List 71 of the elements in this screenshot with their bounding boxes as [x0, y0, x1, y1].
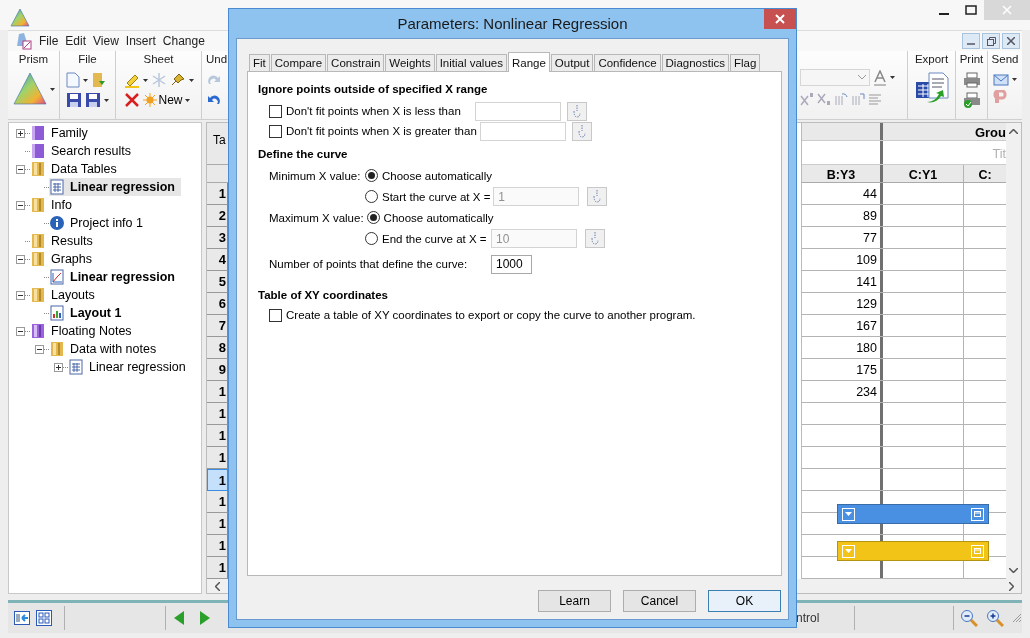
tree-item[interactable]: Linear regression: [49, 268, 181, 286]
column-header[interactable]: B:Y3: [802, 164, 883, 182]
menu-item[interactable]: Insert: [122, 34, 160, 48]
option-label: Don't fit points when X is less than: [286, 105, 462, 117]
table-cell: 141: [802, 271, 883, 292]
tree-item[interactable]: Family: [30, 124, 94, 142]
tree-item[interactable]: Project info 1: [49, 214, 149, 232]
group-label: Sheet: [143, 53, 174, 67]
option-label: Start the curve at X =: [382, 190, 492, 203]
tree-item[interactable]: Data with notes: [49, 340, 163, 358]
option-label: Choose automatically: [383, 211, 495, 224]
status-text: ntrol: [795, 611, 821, 625]
option-label: Choose automatically: [382, 169, 493, 182]
tree-item[interactable]: Linear regression: [49, 178, 181, 196]
tab[interactable]: Confidence: [594, 54, 661, 71]
tab[interactable]: Flag: [730, 54, 761, 71]
tab[interactable]: Compare: [270, 54, 327, 71]
dialog-title: Parameters: Nonlinear Regression: [396, 15, 629, 32]
group-label: Print: [959, 53, 984, 67]
group-label: Und: [206, 53, 228, 67]
column-header[interactable]: C:: [964, 164, 1006, 182]
tab[interactable]: Initial values: [435, 54, 507, 71]
table-cell: 175: [802, 359, 883, 380]
field-label: Maximum X value:: [269, 211, 365, 224]
tab[interactable]: Diagnostics: [661, 54, 729, 71]
table-cell: 44: [802, 183, 883, 204]
menu-item[interactable]: Edit: [62, 34, 91, 48]
group-label: File: [78, 53, 97, 67]
tab[interactable]: Constrain: [327, 54, 385, 71]
tab[interactable]: Fit: [249, 54, 270, 71]
column-header[interactable]: C:Y1: [883, 164, 964, 182]
menu-item[interactable]: View: [90, 34, 123, 48]
table-cell: 89: [802, 205, 883, 226]
menu-item[interactable]: Change: [159, 34, 209, 48]
tree-item[interactable]: Floating Notes: [30, 322, 138, 340]
tab[interactable]: Output: [550, 54, 594, 71]
group-label: Prism: [18, 53, 49, 67]
option-label: Don't fit points when X is greater than: [286, 125, 478, 137]
tree-item[interactable]: Graphs: [30, 250, 98, 268]
table-cell: 109: [802, 249, 883, 270]
group-label: Export: [914, 53, 949, 67]
field-label: Number of points that define the curve:: [269, 258, 469, 270]
table-cell: 167: [802, 315, 883, 336]
table-cell: 180: [802, 337, 883, 358]
tab[interactable]: Weights: [385, 54, 435, 71]
table-cell: 234: [802, 381, 883, 402]
tab[interactable]: Range: [507, 52, 550, 72]
field-label: Minimum X value:: [269, 169, 362, 182]
tree-item[interactable]: Info: [30, 196, 78, 214]
section-heading: Define the curve: [258, 147, 349, 162]
tree-item[interactable]: Linear regression: [68, 358, 192, 376]
dialog-button[interactable]: OK: [708, 590, 781, 612]
row-number[interactable]: 1: [207, 469, 228, 491]
option-label: Create a table of XY coordinates to export or copy the curve to another program.: [286, 309, 697, 321]
group-header: Grou: [973, 124, 1006, 141]
tree-item[interactable]: Layout 1: [49, 304, 128, 322]
section-heading: Ignore points outside of specified X range: [258, 83, 489, 97]
tree-item[interactable]: Layouts: [30, 286, 101, 304]
table-cell: 77: [802, 227, 883, 248]
table-cell: 129: [802, 293, 883, 314]
group-label: Send: [991, 53, 1019, 67]
input-field[interactable]: 1000: [491, 254, 532, 274]
dialog-button[interactable]: Learn: [538, 590, 611, 612]
menu-item[interactable]: File: [36, 34, 63, 48]
option-label: End the curve at X =: [382, 232, 488, 245]
dialog-button[interactable]: Cancel: [623, 590, 696, 612]
tree-item[interactable]: Data Tables: [30, 160, 123, 178]
section-heading: Table of XY coordinates: [258, 288, 389, 303]
tree-item[interactable]: Results: [30, 232, 99, 250]
tree-item[interactable]: Search results: [30, 142, 137, 160]
new-button[interactable]: New: [142, 93, 190, 107]
